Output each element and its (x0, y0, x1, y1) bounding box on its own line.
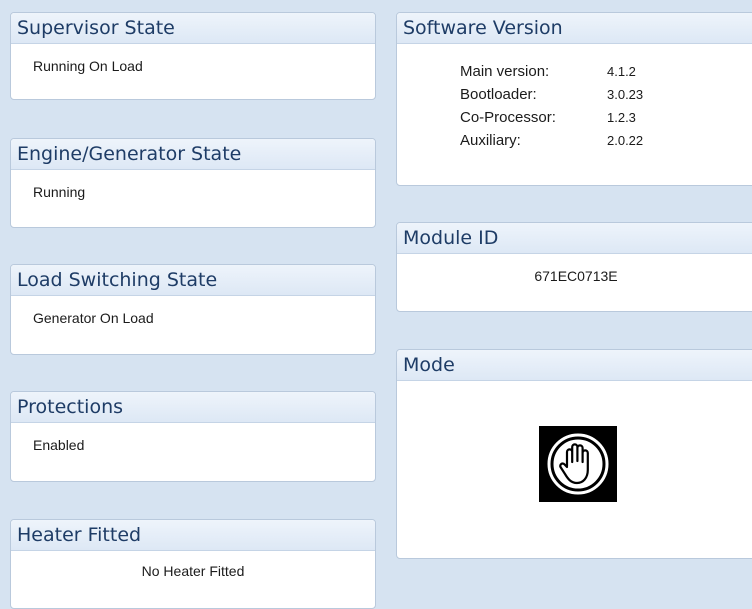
auxiliary-label: Auxiliary: (460, 132, 521, 149)
module-id-title: Module ID (397, 223, 752, 254)
supervisor-state-value: Running On Load (33, 58, 143, 74)
engine-state-panel: Engine/Generator State Running (10, 138, 376, 228)
software-version-row-bootloader: Bootloader: 3.0.23 (460, 83, 752, 106)
mode-title: Mode (397, 350, 752, 381)
heater-value: No Heater Fitted (141, 563, 245, 579)
coprocessor-value: 1.2.3 (607, 110, 636, 125)
mode-body (397, 381, 752, 558)
supervisor-state-title: Supervisor State (11, 13, 375, 44)
software-version-title: Software Version (397, 13, 752, 44)
protections-value: Enabled (33, 437, 85, 453)
auxiliary-value: 2.0.22 (607, 133, 644, 148)
main-version-value: 4.1.2 (607, 64, 636, 79)
mode-panel: Mode (396, 349, 752, 559)
engine-state-title: Engine/Generator State (11, 139, 375, 170)
protections-title: Protections (11, 392, 375, 423)
software-version-row-auxiliary: Auxiliary: 2.0.22 (460, 129, 752, 152)
engine-state-value: Running (33, 184, 86, 200)
module-id-panel: Module ID 671EC0713E (396, 222, 752, 312)
load-switching-value: Generator On Load (33, 310, 154, 326)
hand-icon (546, 432, 610, 496)
load-switching-title: Load Switching State (11, 265, 375, 296)
software-version-row-coprocessor: Co-Processor: 1.2.3 (460, 106, 752, 129)
heater-title: Heater Fitted (11, 520, 375, 551)
coprocessor-label: Co-Processor: (460, 109, 556, 126)
bootloader-value: 3.0.23 (607, 87, 644, 102)
software-version-list: Main version: 4.1.2 Bootloader: 3.0.23 C… (397, 44, 752, 152)
protections-panel: Protections Enabled (10, 391, 376, 482)
software-version-panel: Software Version Main version: 4.1.2 Boo… (396, 12, 752, 186)
software-version-row-main: Main version: 4.1.2 (460, 60, 752, 83)
heater-panel: Heater Fitted No Heater Fitted (10, 519, 376, 609)
module-id-value: 671EC0713E (534, 268, 618, 284)
load-switching-panel: Load Switching State Generator On Load (10, 264, 376, 355)
bootloader-label: Bootloader: (460, 86, 537, 103)
manual-mode-hand-icon[interactable] (539, 426, 617, 502)
supervisor-state-panel: Supervisor State Running On Load (10, 12, 376, 100)
main-version-label: Main version: (460, 63, 550, 80)
